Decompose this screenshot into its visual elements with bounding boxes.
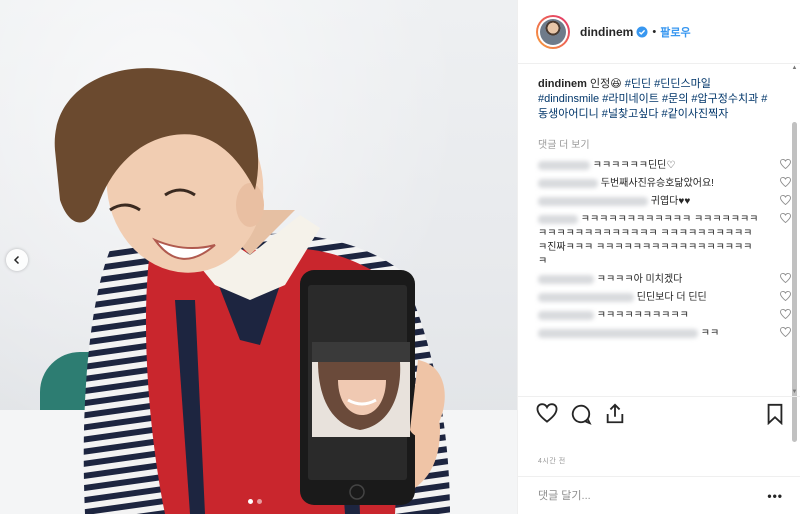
comment-item: 두번째사진유승호닮았어요!: [538, 175, 791, 193]
comment-text: ㅋㅋㅋㅋㅋㅋㅋㅋㅋㅋ: [596, 310, 689, 321]
comment-text: 딘딘보다 더 딘딘: [636, 292, 707, 303]
post-side-panel: dindinem • 팔로우 dindinem 인정😆 #딘딘 #딘딘스마일 #…: [517, 0, 800, 514]
like-heart-icon[interactable]: [536, 403, 558, 426]
post-header: dindinem • 팔로우: [518, 0, 800, 64]
avatar[interactable]: [536, 14, 570, 49]
post-timestamp: 4시간 전: [538, 458, 566, 465]
heart-icon[interactable]: [780, 326, 791, 342]
blurred-username: [538, 160, 590, 170]
comment-item: ㅋㅋㅋㅋㅋㅋㅋㅋㅋㅋ: [538, 307, 791, 325]
comment-item: 귀엽다♥♥: [538, 193, 791, 211]
heart-icon[interactable]: [780, 212, 791, 228]
add-comment-bar: •••: [518, 476, 800, 514]
heart-icon[interactable]: [780, 158, 791, 174]
comment-icon[interactable]: [570, 403, 592, 428]
comment-item: ㅋㅋㅋㅋ아 미치겠다: [538, 271, 791, 289]
blurred-username: [538, 310, 594, 320]
header-separator: •: [652, 25, 657, 38]
heart-icon[interactable]: [780, 290, 791, 306]
caption-username[interactable]: dindinem: [538, 78, 587, 90]
blurred-username: [538, 178, 598, 188]
post-caption: dindinem 인정😆 #딘딘 #딘딘스마일 #dindinsmile #라미…: [518, 64, 800, 122]
share-icon[interactable]: [604, 403, 626, 428]
carousel-indicator: [248, 499, 262, 504]
heart-icon[interactable]: [780, 176, 791, 192]
comments-scrollbar[interactable]: ▲ ▼: [791, 64, 798, 442]
avatar-image: [540, 18, 566, 45]
caption-text: 인정😆: [589, 78, 622, 90]
blurred-username: [538, 292, 634, 302]
scroll-down-arrow-icon[interactable]: ▼: [791, 388, 798, 396]
post-actions: [518, 396, 800, 436]
scroll-up-arrow-icon[interactable]: ▲: [791, 64, 798, 72]
instagram-post-view: dindinem • 팔로우 dindinem 인정😆 #딘딘 #딘딘스마일 #…: [0, 0, 800, 514]
comment-text: ㅋㅋ: [700, 328, 720, 339]
comment-text: ㅋㅋㅋㅋㅋㅋ딘딘♡: [592, 160, 676, 171]
photo-person: [54, 68, 450, 514]
chevron-left-icon: [13, 255, 20, 265]
comment-text: 두번째사진유승호닮았어요!: [600, 178, 714, 189]
comment-text: ㅋㅋㅋㅋ아 미치겠다: [596, 274, 683, 285]
heart-icon[interactable]: [780, 272, 791, 288]
previous-photo-button[interactable]: [6, 249, 28, 271]
comment-item: ㅋㅋ: [538, 325, 791, 343]
load-more-comments-button[interactable]: 댓글 더 보기: [518, 122, 800, 151]
heart-icon[interactable]: [780, 308, 791, 324]
comment-item: ㅋㅋㅋㅋㅋㅋ딘딘♡: [538, 157, 791, 175]
bookmark-icon[interactable]: [766, 403, 784, 428]
more-options-button[interactable]: •••: [767, 489, 783, 503]
carousel-dot-2: [257, 499, 262, 504]
comment-item: 딘딘보다 더 딘딘: [538, 289, 791, 307]
comments-area[interactable]: dindinem 인정😆 #딘딘 #딘딘스마일 #dindinsmile #라미…: [518, 64, 800, 396]
blurred-username: [538, 328, 698, 338]
verified-icon: [636, 26, 648, 38]
follow-button[interactable]: 팔로우: [660, 24, 690, 40]
comment-text: 귀엽다♥♥: [650, 196, 691, 207]
username-link[interactable]: dindinem: [580, 25, 633, 39]
comment-list: ㅋㅋㅋㅋㅋㅋ딘딘♡ 두번째사진유승호닮았어요! 귀엽다♥♥ ㅋㅋㅋㅋㅋㅋㅋㅋㅋㅋ…: [518, 157, 800, 343]
blurred-username: [538, 274, 594, 284]
heart-icon[interactable]: [780, 194, 791, 210]
blurred-username: [538, 196, 648, 206]
carousel-dot-1: [248, 499, 253, 504]
blurred-username: [538, 214, 578, 224]
comment-item: ㅋㅋㅋㅋㅋㅋㅋㅋㅋㅋㅋㅋ ㅋㅋㅋㅋㅋㅋㅋㅋㅋㅋㅋㅋㅋㅋㅋㅋㅋㅋㅋㅋ ㅋㅋㅋㅋㅋㅋ…: [538, 211, 791, 271]
post-photo[interactable]: [0, 0, 517, 514]
comment-input[interactable]: [538, 489, 738, 502]
